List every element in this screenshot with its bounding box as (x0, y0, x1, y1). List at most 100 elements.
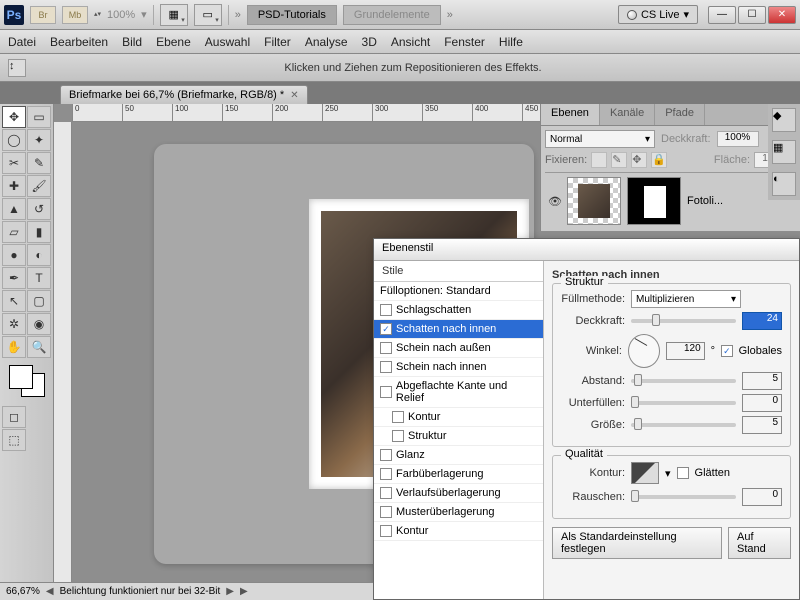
angle-dial[interactable] (628, 334, 660, 368)
layer-opacity-input[interactable]: 100% (717, 131, 759, 147)
eyedropper-tool[interactable]: ✎ (27, 152, 51, 174)
style-gradient-overlay[interactable]: Verlaufsüberlagerung (374, 484, 543, 503)
camera-tool[interactable]: ◉ (27, 313, 51, 335)
layer-mask-thumbnail[interactable] (627, 177, 681, 225)
magic-wand-tool[interactable]: ✦ (27, 129, 51, 151)
type-tool[interactable]: T (27, 267, 51, 289)
menu-filter[interactable]: Filter (264, 35, 291, 49)
reset-default-button[interactable]: Auf Stand (728, 527, 791, 559)
dodge-tool[interactable]: ◐ (27, 244, 51, 266)
choke-slider[interactable] (631, 401, 736, 405)
minimize-button[interactable]: — (708, 6, 736, 24)
style-bevel[interactable]: Abgeflachte Kante und Relief (374, 377, 543, 408)
style-satin[interactable]: Glanz (374, 446, 543, 465)
screenmode-tool[interactable]: ⬚ (2, 429, 26, 451)
noise-slider[interactable] (631, 495, 736, 499)
quickmask-tool[interactable]: ◻ (2, 406, 26, 428)
style-color-overlay[interactable]: Farbüberlagerung (374, 465, 543, 484)
foreground-color-swatch[interactable] (9, 365, 33, 389)
menu-help[interactable]: Hilfe (499, 35, 523, 49)
menu-edit[interactable]: Bearbeiten (50, 35, 108, 49)
brush-tool[interactable]: 🖌 (27, 175, 51, 197)
workspace-basics-button[interactable]: Grundelemente (343, 5, 441, 25)
gradient-tool[interactable]: ▮ (27, 221, 51, 243)
swatches-panel-icon[interactable]: ◆ (772, 108, 796, 132)
menu-layer[interactable]: Ebene (156, 35, 191, 49)
cs-live-button[interactable]: CS Live ▾ (618, 5, 698, 24)
style-stroke[interactable]: Kontur (374, 522, 543, 541)
healing-tool[interactable]: ✚ (2, 175, 26, 197)
distance-input[interactable]: 5 (742, 372, 782, 390)
menu-image[interactable]: Bild (122, 35, 142, 49)
move-tool[interactable]: ✥ (2, 106, 26, 128)
menu-window[interactable]: Fenster (444, 35, 485, 49)
pen-tool[interactable]: ✒ (2, 267, 26, 289)
hand-tool[interactable]: ✋ (2, 336, 26, 358)
minibridge-button[interactable]: Mb (62, 6, 88, 24)
bridge-button[interactable]: Br (30, 6, 56, 24)
channels-tab[interactable]: Kanäle (600, 104, 655, 125)
fill-method-select[interactable]: Multiplizieren▾ (631, 290, 741, 308)
workspace-overflow-icon[interactable]: » (447, 9, 453, 21)
marquee-tool[interactable]: ▭ (27, 106, 51, 128)
current-tool-icon[interactable]: ↕ (8, 59, 26, 77)
blur-tool[interactable]: ● (2, 244, 26, 266)
angle-input[interactable]: 120 (666, 342, 704, 360)
view-arrange-button[interactable]: ▦ (160, 4, 188, 26)
menu-view[interactable]: Ansicht (391, 35, 430, 49)
crop-tool[interactable]: ✂ (2, 152, 26, 174)
layer-row[interactable]: Fotoli... (565, 175, 725, 227)
lock-position-icon[interactable]: ✥ (631, 152, 647, 168)
zoom-tool[interactable]: 🔍 (27, 336, 51, 358)
opacity-slider[interactable] (631, 319, 736, 323)
contour-picker[interactable] (631, 462, 659, 484)
style-contour[interactable]: Kontur (374, 408, 543, 427)
tab-close-icon[interactable]: ✕ (290, 90, 298, 101)
menu-analysis[interactable]: Analyse (305, 35, 348, 49)
color-swatches[interactable] (7, 363, 47, 399)
lock-all-icon[interactable]: 🔒 (651, 152, 667, 168)
distance-slider[interactable] (631, 379, 736, 383)
menu-select[interactable]: Auswahl (205, 35, 250, 49)
style-outer-glow[interactable]: Schein nach außen (374, 339, 543, 358)
fill-options-item[interactable]: Fülloptionen: Standard (374, 282, 543, 301)
adjustments-panel-icon[interactable]: ◐ (772, 172, 796, 196)
style-pattern-overlay[interactable]: Musterüberlagerung (374, 503, 543, 522)
3d-tool[interactable]: ✲ (2, 313, 26, 335)
eraser-tool[interactable]: ▱ (2, 221, 26, 243)
menu-file[interactable]: Datei (8, 35, 36, 49)
style-drop-shadow[interactable]: Schlagschatten (374, 301, 543, 320)
size-input[interactable]: 5 (742, 416, 782, 434)
choke-input[interactable]: 0 (742, 394, 782, 412)
toolbar-overflow-icon[interactable]: » (235, 9, 241, 21)
style-inner-shadow[interactable]: Schatten nach innen (374, 320, 543, 339)
opacity-input[interactable]: 24 (742, 312, 782, 330)
lasso-tool[interactable]: ◯ (2, 129, 26, 151)
screen-mode-button[interactable]: ▭ (194, 4, 222, 26)
lock-transparency-icon[interactable] (591, 152, 607, 168)
global-light-checkbox[interactable] (721, 345, 733, 357)
status-zoom[interactable]: 66,67% (6, 586, 40, 597)
noise-input[interactable]: 0 (742, 488, 782, 506)
layer-name[interactable]: Fotoli... (687, 195, 723, 207)
history-brush-tool[interactable]: ↺ (27, 198, 51, 220)
styles-header[interactable]: Stile (374, 261, 543, 282)
status-next-icon[interactable]: ▶ (226, 586, 234, 597)
layer-visibility-icon[interactable]: 👁 (548, 195, 562, 208)
size-slider[interactable] (631, 423, 736, 427)
style-inner-glow[interactable]: Schein nach innen (374, 358, 543, 377)
status-menu-icon[interactable]: ▶ (240, 586, 248, 597)
antialias-checkbox[interactable] (677, 467, 689, 479)
workspace-tutorials-button[interactable]: PSD-Tutorials (247, 5, 337, 25)
zoom-dropdown-icon[interactable]: ▾ (141, 8, 147, 21)
shape-tool[interactable]: ▢ (27, 290, 51, 312)
menu-3d[interactable]: 3D (362, 35, 377, 49)
expand-collapse-icon[interactable]: ▴▾ (94, 12, 101, 17)
make-default-button[interactable]: Als Standardeinstellung festlegen (552, 527, 722, 559)
close-button[interactable]: ✕ (768, 6, 796, 24)
stamp-tool[interactable]: ▲ (2, 198, 26, 220)
blend-mode-select[interactable]: Normal▾ (545, 130, 655, 148)
document-tab[interactable]: Briefmarke bei 66,7% (Briefmarke, RGB/8)… (60, 85, 308, 104)
lock-pixels-icon[interactable]: ✎ (611, 152, 627, 168)
status-prev-icon[interactable]: ◀ (46, 586, 54, 597)
